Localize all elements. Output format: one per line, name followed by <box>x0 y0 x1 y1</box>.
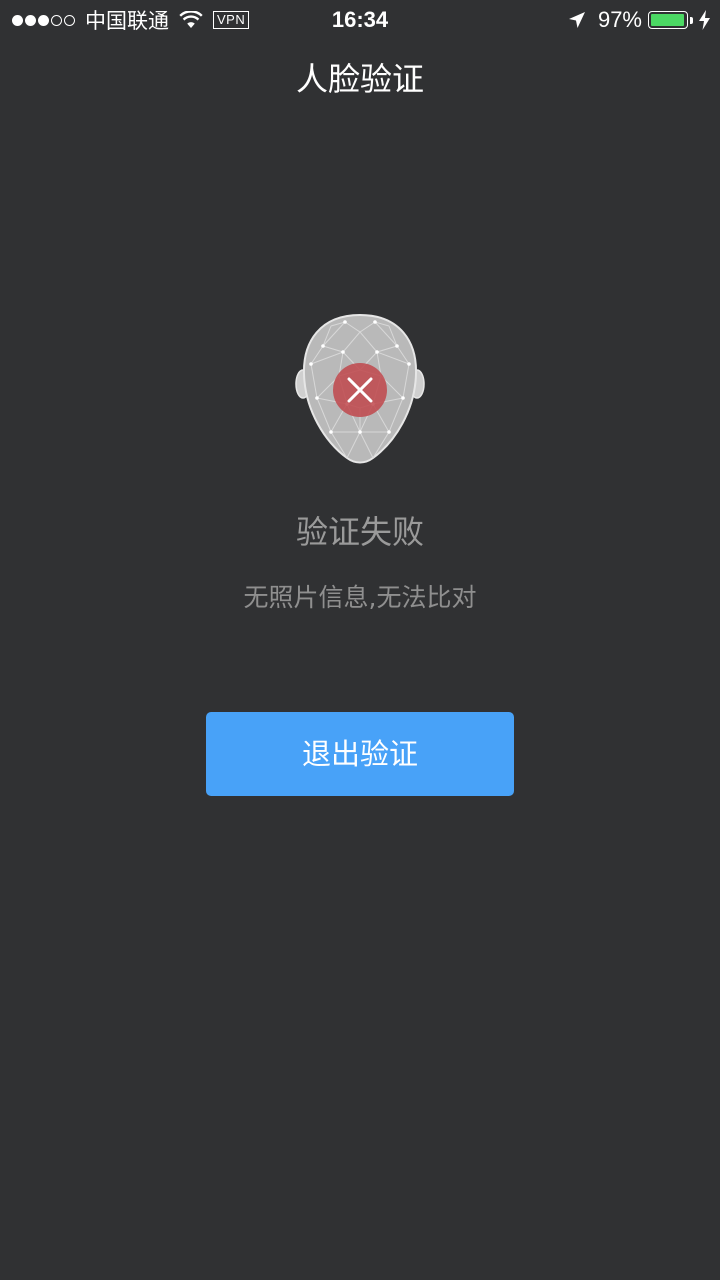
result-title: 验证失败 <box>295 513 424 551</box>
exit-verification-button[interactable]: 退出验证 <box>206 712 514 796</box>
battery-level <box>651 14 684 26</box>
battery-cap <box>690 16 693 24</box>
charging-bolt-icon <box>699 10 710 30</box>
battery-percent: 97% <box>597 7 642 32</box>
face-failure-icon <box>295 312 425 468</box>
battery-icon <box>648 11 688 29</box>
status-right: 97% <box>568 6 710 34</box>
location-arrow-icon <box>568 11 586 29</box>
face-verification-screen: 中国联通 VPN 16:34 97% 人脸验证 验证失败 无照片信息,无法比对 … <box>0 0 720 1280</box>
status-bar: 中国联通 VPN 16:34 97% <box>0 0 720 40</box>
result-message: 无照片信息,无法比对 <box>243 583 477 612</box>
page-title: 人脸验证 <box>295 60 424 98</box>
